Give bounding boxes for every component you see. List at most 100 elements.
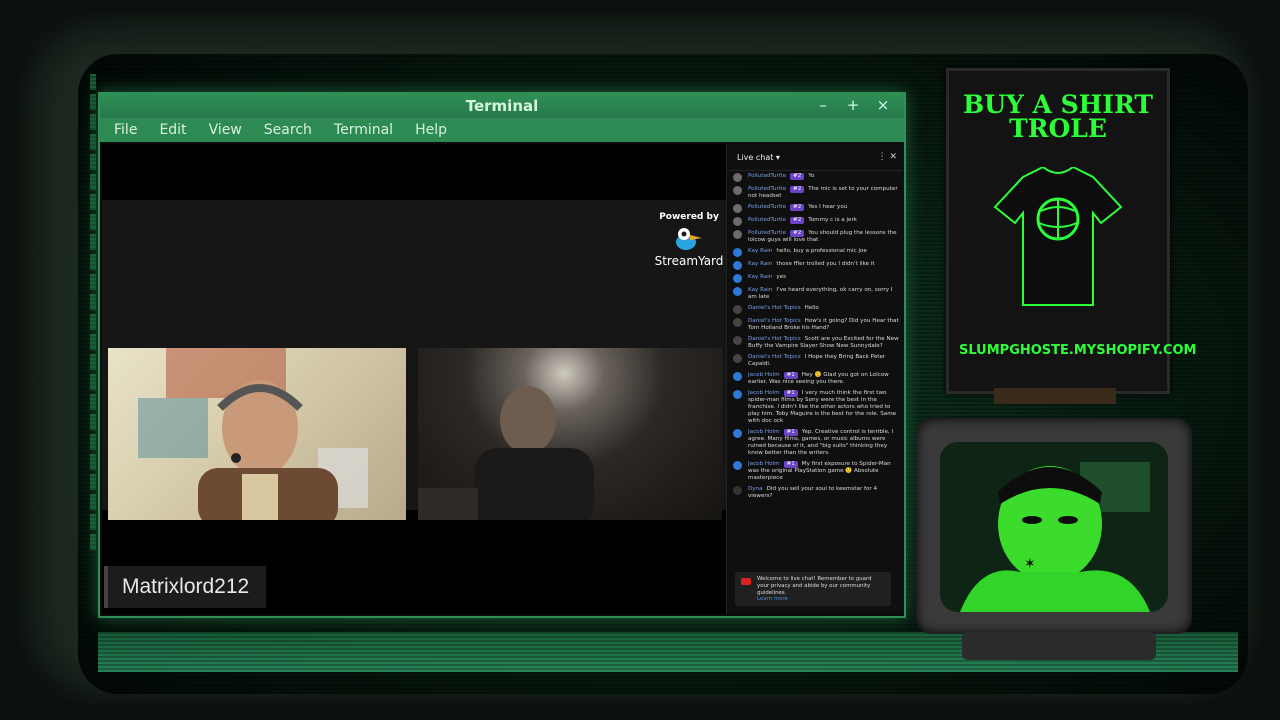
chat-text: Did you sell your soul to keemstar for 4… (748, 486, 878, 499)
chat-avatar[interactable] (733, 486, 742, 495)
chat-author[interactable]: Kay Rain (748, 287, 772, 293)
chat-author[interactable]: Jacob Holm (748, 390, 780, 396)
chat-text: Tommy c is a jerk (808, 217, 858, 223)
menu-view[interactable]: View (209, 122, 242, 138)
chat-text: those ffler trolled you I didn't like it (776, 261, 875, 267)
chat-author[interactable]: PollutedTurtle (748, 186, 786, 192)
chat-message-body: Dyna Did you sell your soul to keemstar f… (748, 486, 899, 500)
chat-avatar[interactable] (733, 217, 742, 226)
chat-avatar[interactable] (733, 261, 742, 270)
chat-author[interactable]: Daniel's Hot Topics (748, 354, 801, 360)
chat-author[interactable]: Kay Rain (748, 274, 772, 280)
chat-message-body: PollutedTurtle #2 The mic is set to your c… (748, 186, 899, 200)
close-button[interactable]: × (874, 96, 892, 114)
chat-rank-badge: #1 (783, 390, 798, 397)
menu-edit[interactable]: Edit (159, 122, 186, 138)
chat-message-body: Jacob Holm #1 My first exposure to Spider-… (748, 461, 899, 482)
chat-text: hello, buy a professional mic joe (776, 248, 867, 254)
chat-avatar[interactable] (733, 173, 742, 182)
chat-message-body: PollutedTurtle #2 You should plug the less… (748, 230, 899, 244)
chat-author[interactable]: PollutedTurtle (748, 173, 786, 179)
chat-header: Live chat ▾ ⋮ ✕ (727, 144, 903, 171)
chat-rank-badge: #2 (790, 186, 805, 193)
chat-author[interactable]: Dyna (748, 486, 763, 492)
chat-message-body: PollutedTurtle #2 Tommy c is a jerk (748, 217, 857, 224)
poster-headline-line2: TROLE (1009, 114, 1107, 143)
poster-base (994, 388, 1116, 404)
chat-message-body: Kay Rain hello, buy a professional mic jo… (748, 248, 867, 255)
learn-more-link[interactable]: Learn more (757, 596, 788, 602)
chat-avatar[interactable] (733, 336, 742, 345)
chat-mode-dropdown[interactable]: Live chat ▾ (737, 153, 780, 162)
menu-search[interactable]: Search (264, 122, 312, 138)
chat-avatar[interactable] (733, 372, 742, 381)
chat-message-list[interactable]: PollutedTurtle #2 Yo PollutedTurtle #2 The mi… (727, 171, 903, 500)
powered-by-label: Powered by (659, 212, 719, 222)
chat-author[interactable]: Daniel's Hot Topics (748, 305, 801, 311)
chat-avatar[interactable] (733, 230, 742, 239)
chat-author[interactable]: Jacob Holm (748, 372, 780, 378)
chat-text: yes (776, 274, 787, 280)
guest-name-label: Matrixlord212 (122, 575, 250, 598)
chat-avatar[interactable] (733, 429, 742, 438)
chat-message: Kay Rain hello, buy a professional mic jo… (733, 248, 899, 257)
chat-rank-badge: #2 (790, 230, 805, 237)
chat-avatar[interactable] (733, 248, 742, 257)
guest-video-2 (418, 348, 722, 520)
chat-text: Hello (804, 305, 819, 311)
chat-message-body: Jacob Holm #1 Yep. Creative control is ter… (748, 429, 899, 457)
stream-stage: Powered by StreamYard Matrixlord212 (102, 144, 726, 614)
minimize-button[interactable]: – (814, 96, 832, 114)
chat-message: Daniel's Hot Topics Hello (733, 305, 899, 314)
chat-rank-badge: #1 (783, 372, 798, 379)
chat-welcome-notice: Welcome to live chat! Remember to guard … (735, 572, 891, 606)
chat-avatar[interactable] (733, 305, 742, 314)
chat-avatar[interactable] (733, 204, 742, 213)
menu-terminal[interactable]: Terminal (334, 122, 393, 138)
chat-message: Jacob Holm #1 I very much think the first … (733, 390, 899, 425)
chat-rank-badge: #2 (790, 173, 805, 180)
chat-message: PollutedTurtle #2 Yo (733, 173, 899, 182)
chat-avatar[interactable] (733, 274, 742, 283)
mini-crt-base (962, 632, 1156, 660)
chat-message-body: Daniel's Hot Topics How's it going? Did y… (748, 318, 899, 332)
chat-rank-badge: #1 (783, 429, 798, 436)
chat-avatar[interactable] (733, 186, 742, 195)
chat-text: Yes I hear you (808, 204, 848, 210)
chat-author[interactable]: PollutedTurtle (748, 217, 786, 223)
chat-message-body: Kay Rain I've heard everything, ok carry … (748, 287, 899, 301)
chat-author[interactable]: PollutedTurtle (748, 204, 786, 210)
chat-options-icon[interactable]: ⋮ ✕ (878, 152, 897, 162)
chat-author[interactable]: Kay Rain (748, 248, 772, 254)
youtube-live-chat: Live chat ▾ ⋮ ✕ PollutedTurtle #2 Yo Pollut… (726, 144, 903, 614)
chat-avatar[interactable] (733, 287, 742, 296)
maximize-button[interactable]: + (844, 96, 862, 114)
chat-rank-badge: #2 (790, 204, 805, 211)
chat-welcome-text: Welcome to live chat! Remember to guard … (757, 576, 872, 596)
terminal-titlebar[interactable]: Terminal – + × (100, 94, 904, 118)
chat-author[interactable]: Jacob Holm (748, 461, 780, 467)
chat-message: Kay Rain those ffler trolled you I didn't… (733, 261, 899, 270)
chat-author[interactable]: Daniel's Hot Topics (748, 336, 801, 342)
chat-message-body: PollutedTurtle #2 Yes I hear you (748, 204, 847, 211)
chat-message: PollutedTurtle #2 Yes I hear you (733, 204, 899, 213)
chat-avatar[interactable] (733, 318, 742, 327)
chat-author[interactable]: PollutedTurtle (748, 230, 786, 236)
chat-message-body: Jacob Holm #1 I very much think the first … (748, 390, 899, 425)
chat-text: Yo (808, 173, 815, 179)
chat-avatar[interactable] (733, 461, 742, 470)
streamyard-duck-icon (674, 226, 704, 252)
terminal-window: Terminal – + × File Edit View Search Ter… (98, 92, 906, 618)
chat-author[interactable]: Kay Rain (748, 261, 772, 267)
chat-message: Kay Rain yes (733, 274, 899, 283)
chat-message: Daniel's Hot Topics How's it going? Did y… (733, 318, 899, 332)
poster-shop-url: SLUMPGHOSTE.MYSHOPIFY.COM (959, 343, 1197, 358)
chat-avatar[interactable] (733, 354, 742, 363)
chat-author[interactable]: Jacob Holm (748, 429, 780, 435)
chat-author[interactable]: Daniel's Hot Topics (748, 318, 801, 324)
menu-file[interactable]: File (114, 122, 137, 138)
menu-help[interactable]: Help (415, 122, 447, 138)
chat-avatar[interactable] (733, 390, 742, 399)
chat-message: Daniel's Hot Topics I Hope they Bring Bac… (733, 354, 899, 368)
streamyard-logo: Powered by StreamYard (654, 212, 724, 268)
